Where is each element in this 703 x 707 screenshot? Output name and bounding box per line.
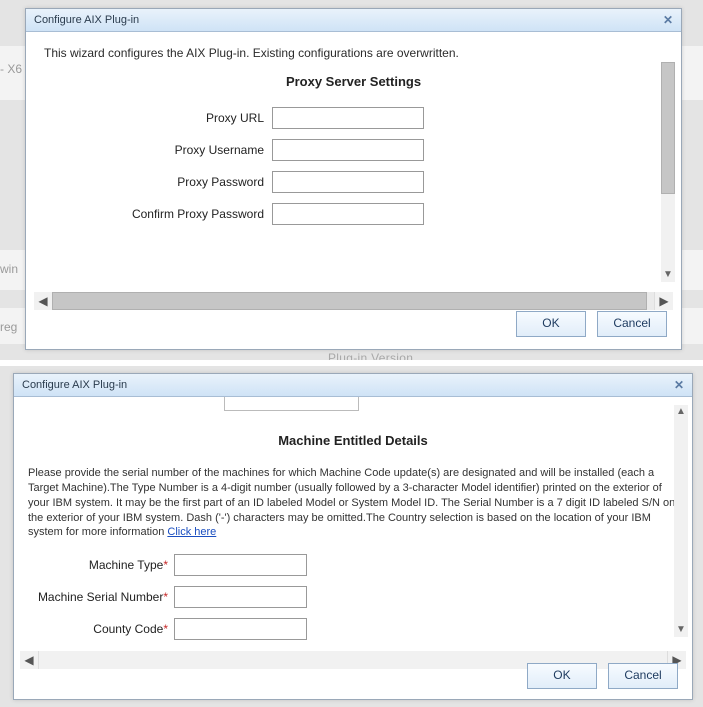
chevron-left-icon[interactable]: ◀	[34, 292, 53, 310]
close-icon[interactable]: ✕	[661, 13, 675, 27]
label-text: County Code	[93, 622, 163, 636]
label-text: Machine Serial Number	[38, 590, 163, 604]
chevron-left-icon[interactable]: ◀	[20, 651, 39, 669]
dialog-configure-aix-proxy: Configure AIX Plug-in ✕ This wizard conf…	[25, 8, 682, 350]
dialog-button-row: OK Cancel	[519, 663, 678, 689]
dialog-content-scroll: Machine Entitled Details Please provide …	[18, 397, 688, 645]
dialog-content-scroll: This wizard configures the AIX Plug-in. …	[32, 32, 675, 284]
scrollbar-track[interactable]	[52, 292, 655, 310]
dialog-titlebar[interactable]: Configure AIX Plug-in ✕	[26, 9, 681, 32]
dialog-configure-aix-machine: Configure AIX Plug-in ✕ Machine Entitled…	[13, 373, 693, 700]
row-proxy-password: Proxy Password	[44, 171, 663, 193]
horizontal-scrollbar[interactable]: ◀ ▶	[34, 292, 673, 310]
ok-button[interactable]: OK	[527, 663, 597, 689]
dialog-button-row: OK Cancel	[508, 311, 667, 337]
required-asterisk: *	[163, 590, 168, 604]
clipped-previous-row	[28, 397, 678, 423]
section-title-machine: Machine Entitled Details	[28, 433, 678, 448]
dialog-titlebar[interactable]: Configure AIX Plug-in ✕	[14, 374, 692, 397]
machine-description-body: Please provide the serial number of the …	[28, 467, 675, 538]
bg-text-x6: - X6	[0, 62, 22, 76]
wizard-intro-text: This wizard configures the AIX Plug-in. …	[44, 46, 663, 60]
input-county-code[interactable]	[174, 618, 307, 640]
scrollbar-thumb[interactable]	[52, 292, 647, 310]
input-proxy-url[interactable]	[272, 107, 424, 129]
cancel-button[interactable]: Cancel	[597, 311, 667, 337]
cancel-button[interactable]: Cancel	[608, 663, 678, 689]
dialog-title: Configure AIX Plug-in	[22, 379, 127, 391]
label-machine-serial: Machine Serial Number*	[28, 590, 174, 604]
input-machine-type[interactable]	[174, 554, 307, 576]
label-county-code: County Code*	[28, 622, 174, 636]
bg-text-win: win	[0, 262, 18, 276]
clipped-input-outline	[224, 397, 359, 411]
label-text: Machine Type	[89, 558, 164, 572]
input-proxy-password-confirm[interactable]	[272, 203, 424, 225]
row-machine-serial: Machine Serial Number*	[28, 586, 678, 608]
row-proxy-username: Proxy Username	[44, 139, 663, 161]
input-machine-serial[interactable]	[174, 586, 307, 608]
label-proxy-username: Proxy Username	[44, 143, 272, 157]
chevron-up-icon[interactable]: ▲	[674, 405, 688, 419]
required-asterisk: *	[163, 558, 168, 572]
dialog-title: Configure AIX Plug-in	[34, 14, 139, 26]
row-proxy-url: Proxy URL	[44, 107, 663, 129]
vertical-scrollbar[interactable]: ▼	[661, 62, 675, 282]
required-asterisk: *	[163, 622, 168, 636]
label-machine-type: Machine Type*	[28, 558, 174, 572]
section-title-proxy: Proxy Server Settings	[44, 74, 663, 89]
input-proxy-username[interactable]	[272, 139, 424, 161]
chevron-right-icon[interactable]: ▶	[654, 292, 673, 310]
separator	[0, 360, 703, 366]
row-county-code: County Code*	[28, 618, 678, 640]
row-proxy-password-confirm: Confirm Proxy Password	[44, 203, 663, 225]
label-proxy-password: Proxy Password	[44, 175, 272, 189]
scrollbar-thumb[interactable]	[661, 62, 675, 194]
row-machine-type: Machine Type*	[28, 554, 678, 576]
ok-button[interactable]: OK	[516, 311, 586, 337]
vertical-scrollbar[interactable]: ▲ ▼	[674, 405, 688, 637]
input-proxy-password[interactable]	[272, 171, 424, 193]
chevron-down-icon[interactable]: ▼	[674, 623, 688, 637]
bg-text-preg: reg	[0, 320, 17, 334]
label-proxy-password-confirm: Confirm Proxy Password	[44, 207, 272, 221]
machine-description-text: Please provide the serial number of the …	[28, 466, 678, 540]
label-proxy-url: Proxy URL	[44, 111, 272, 125]
click-here-link[interactable]: Click here	[167, 526, 216, 538]
chevron-down-icon[interactable]: ▼	[661, 268, 675, 282]
close-icon[interactable]: ✕	[672, 378, 686, 392]
